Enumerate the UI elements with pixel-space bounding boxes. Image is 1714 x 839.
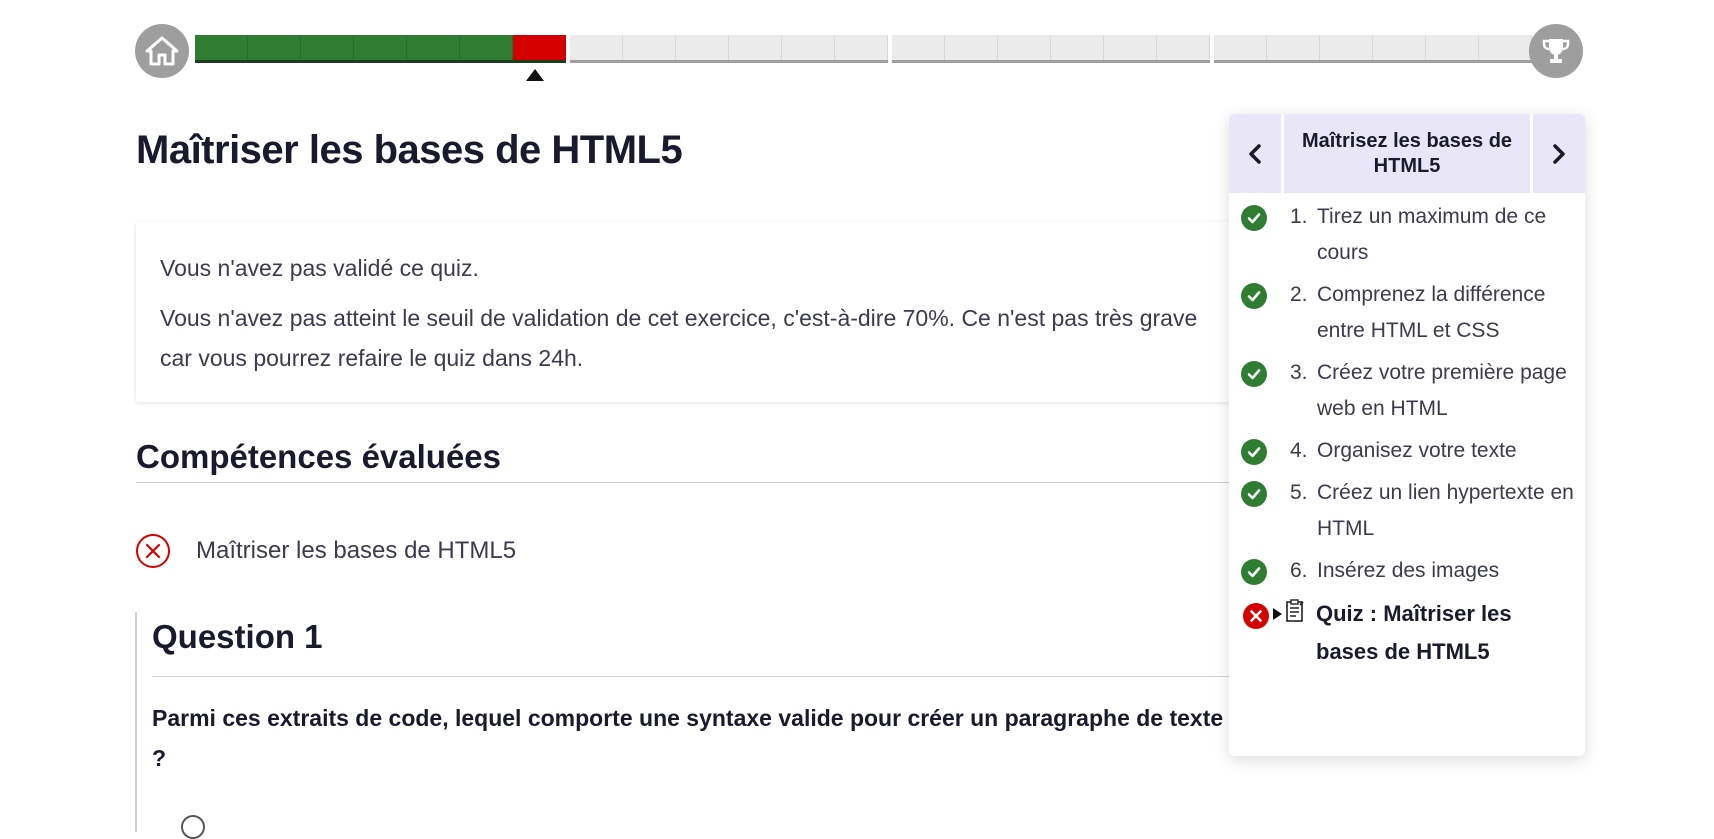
chapter-list: 1. Tirez un maximum de ce cours 2. Compr… — [1229, 193, 1585, 671]
previous-part-button[interactable] — [1229, 114, 1281, 193]
progress-segment[interactable] — [1267, 35, 1320, 60]
progress-segment[interactable] — [1373, 35, 1426, 60]
home-button[interactable] — [135, 24, 189, 78]
skills-heading: Compétences évaluées — [136, 438, 502, 475]
check-icon — [1241, 439, 1267, 465]
progress-segment[interactable] — [1051, 35, 1104, 60]
progress-segment[interactable] — [782, 35, 835, 60]
question-title: Question 1 — [152, 618, 323, 655]
question-block: Question 1 Parmi ces extraits de code, l… — [135, 612, 1232, 839]
progress-segment[interactable] — [301, 35, 354, 60]
chapter-item[interactable]: 4. Organisez votre texte — [1229, 433, 1585, 469]
progress-segment[interactable] — [1104, 35, 1157, 60]
chapter-label: Créez un lien hypertexte en HTML — [1317, 481, 1574, 540]
chapter-number: 3. — [1290, 361, 1308, 384]
progress-track — [195, 35, 1532, 63]
progress-segment[interactable] — [1479, 35, 1532, 60]
progress-segment[interactable] — [945, 35, 998, 60]
chevron-left-icon — [1249, 143, 1261, 164]
chapter-label: Insérez des images — [1317, 559, 1500, 582]
progress-segment[interactable] — [1426, 35, 1479, 60]
quiz-result-card: Vous n'avez pas validé ce quiz. Vous n'a… — [136, 222, 1230, 402]
check-icon — [1241, 361, 1267, 387]
chapter-item[interactable]: 2. Comprenez la différence entre HTML et… — [1229, 277, 1585, 349]
chapter-number: 5. — [1290, 481, 1308, 504]
check-icon — [1241, 205, 1267, 231]
page-title: Maîtriser les bases de HTML5 — [136, 128, 683, 172]
divider — [152, 676, 1232, 677]
current-play-icon — [1273, 608, 1282, 620]
panel-header: Maîtrisez les bases de HTML5 — [1229, 114, 1585, 193]
progress-segment[interactable] — [729, 35, 782, 60]
progress-segment[interactable] — [195, 35, 248, 60]
progress-segment[interactable] — [1157, 35, 1210, 60]
quiz-icon — [1285, 597, 1305, 635]
progress-segment[interactable] — [998, 35, 1051, 60]
course-progress-bar — [135, 22, 1585, 81]
chapter-item[interactable]: 6. Insérez des images — [1229, 553, 1585, 589]
next-part-button[interactable] — [1533, 114, 1585, 193]
progress-group-4 — [1214, 35, 1532, 63]
part-title: Maîtrisez les bases de HTML5 — [1284, 114, 1530, 193]
course-outline-panel: Maîtrisez les bases de HTML5 1. Tirez un… — [1229, 114, 1585, 756]
chapter-label: Tirez un maximum de ce cours — [1317, 205, 1547, 264]
progress-group-1 — [195, 35, 566, 63]
question-text: Parmi ces extraits de code, lequel compo… — [152, 705, 1224, 771]
home-icon — [145, 36, 179, 66]
chevron-right-icon — [1553, 143, 1565, 164]
chapter-label: Comprenez la différence entre HTML et CS… — [1317, 283, 1546, 342]
current-position-marker — [526, 69, 544, 81]
chapter-item[interactable]: 3. Créez votre première page web en HTML — [1229, 355, 1585, 427]
answer-radio[interactable] — [181, 815, 205, 839]
progress-segment[interactable] — [354, 35, 407, 60]
chapter-number: 1. — [1290, 205, 1308, 228]
progress-segment[interactable] — [1214, 35, 1267, 60]
chapter-number: 2. — [1290, 283, 1308, 306]
divider — [136, 482, 1230, 483]
progress-segment[interactable] — [460, 35, 513, 60]
check-icon — [1241, 283, 1267, 309]
trophy-button[interactable] — [1529, 24, 1583, 78]
chapter-number: 4. — [1290, 439, 1308, 462]
failed-icon — [1243, 603, 1269, 629]
check-icon — [1241, 559, 1267, 585]
progress-segment[interactable] — [570, 35, 623, 60]
progress-segment-current[interactable] — [513, 35, 566, 60]
progress-segment[interactable] — [676, 35, 729, 60]
progress-segment[interactable] — [623, 35, 676, 60]
progress-segment[interactable] — [407, 35, 460, 60]
progress-segment[interactable] — [248, 35, 301, 60]
skill-label: Maîtriser les bases de HTML5 — [196, 537, 517, 564]
chapter-label: Quiz : Maîtriser les bases de HTML5 — [1316, 601, 1512, 664]
result-status-text: Vous n'avez pas validé ce quiz. — [160, 255, 479, 281]
chapter-item-current-quiz[interactable]: Quiz : Maîtriser les bases de HTML5 — [1229, 595, 1585, 671]
chapter-number: 6. — [1290, 559, 1308, 582]
skill-item: Maîtriser les bases de HTML5 — [136, 534, 516, 568]
check-icon — [1241, 481, 1267, 507]
chapter-item[interactable]: 5. Créez un lien hypertexte en HTML — [1229, 475, 1585, 547]
chapter-label: Organisez votre texte — [1317, 439, 1517, 462]
progress-segment[interactable] — [835, 35, 888, 60]
chapter-item[interactable]: 1. Tirez un maximum de ce cours — [1229, 199, 1585, 271]
trophy-icon — [1542, 39, 1570, 63]
result-detail-text: Vous n'avez pas atteint le seuil de vali… — [160, 305, 1198, 371]
progress-segment[interactable] — [1320, 35, 1373, 60]
progress-group-2 — [570, 35, 888, 63]
failed-x-icon — [136, 534, 170, 568]
progress-segment[interactable] — [892, 35, 945, 60]
progress-group-3 — [892, 35, 1210, 63]
chapter-label: Créez votre première page web en HTML — [1317, 361, 1567, 420]
